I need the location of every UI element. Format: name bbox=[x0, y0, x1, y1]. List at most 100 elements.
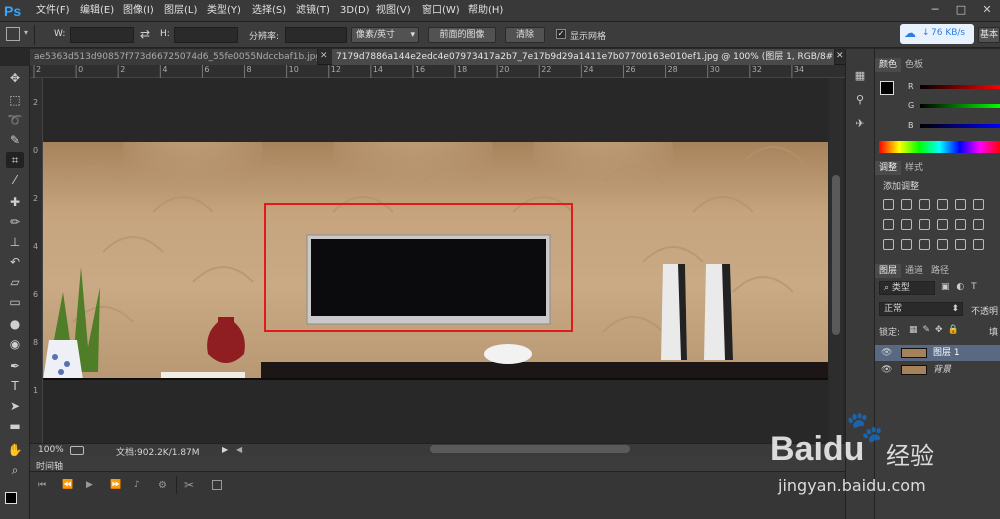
show-grid-checkbox[interactable]: ✓ bbox=[556, 29, 566, 39]
tab-close-icon[interactable]: ✕ bbox=[836, 51, 844, 61]
transition-icon[interactable] bbox=[212, 480, 222, 490]
menu-help[interactable]: 帮助(H) bbox=[468, 0, 503, 22]
foreground-color-swatch[interactable] bbox=[880, 81, 894, 95]
front-image-button[interactable]: 前面的图像 bbox=[428, 27, 496, 43]
menu-3d[interactable]: 3D(D) bbox=[340, 0, 370, 22]
layer-row[interactable]: 👁 背景 bbox=[875, 362, 1000, 378]
lasso-tool-icon[interactable]: ➰ bbox=[6, 112, 24, 128]
timeline-title[interactable]: 时间轴 bbox=[36, 459, 63, 472]
color-lookup-icon[interactable] bbox=[973, 219, 984, 230]
marquee-tool-icon[interactable]: ⬚ bbox=[6, 92, 24, 108]
scroll-left-icon[interactable]: ◀ bbox=[236, 445, 242, 454]
crop-tool-icon[interactable]: ⌗ bbox=[6, 152, 24, 168]
levels-icon[interactable] bbox=[901, 199, 912, 210]
layer-filter-select[interactable]: ⌕ 类型 bbox=[879, 281, 935, 295]
minimize-icon[interactable]: ─ bbox=[922, 0, 948, 20]
audio-icon[interactable]: ♪ bbox=[134, 480, 140, 490]
tab-color[interactable]: 颜色 bbox=[875, 58, 902, 72]
swap-icon[interactable]: ⇄ bbox=[140, 27, 150, 41]
hand-tool-icon[interactable]: ✋ bbox=[6, 442, 24, 458]
vibrance-icon[interactable] bbox=[955, 199, 966, 210]
next-frame-icon[interactable]: ⏩ bbox=[110, 480, 121, 490]
menu-layer[interactable]: 图层(L) bbox=[164, 0, 197, 22]
brush-panel-icon[interactable]: ✈ bbox=[852, 117, 868, 131]
black-white-icon[interactable] bbox=[919, 219, 930, 230]
resolution-input[interactable] bbox=[285, 27, 347, 43]
brush-tool-icon[interactable]: ✏ bbox=[6, 214, 24, 230]
foreground-color-swatch[interactable] bbox=[5, 492, 17, 504]
menu-edit[interactable]: 编辑(E) bbox=[80, 0, 114, 22]
brightness-icon[interactable] bbox=[883, 199, 894, 210]
type-tool-icon[interactable]: T bbox=[6, 378, 24, 394]
tab-channels[interactable]: 通道 bbox=[901, 264, 927, 278]
gradient-map-icon[interactable] bbox=[955, 239, 966, 250]
tab-close-icon[interactable]: ✕ bbox=[320, 51, 328, 61]
selective-color-icon[interactable] bbox=[937, 239, 948, 250]
vertical-scrollbar-thumb[interactable] bbox=[832, 175, 840, 335]
channel-mixer-icon[interactable] bbox=[955, 219, 966, 230]
width-input[interactable] bbox=[70, 27, 134, 43]
menu-type[interactable]: 类型(Y) bbox=[207, 0, 241, 22]
blur-tool-icon[interactable]: ● bbox=[6, 316, 24, 332]
tab-layers[interactable]: 图层 bbox=[875, 264, 902, 278]
zoom-level[interactable]: 100% bbox=[38, 445, 64, 455]
tab-paths[interactable]: 路径 bbox=[927, 264, 953, 278]
height-input[interactable] bbox=[174, 27, 238, 43]
close-icon[interactable]: ✕ bbox=[974, 0, 1000, 20]
threshold-icon[interactable] bbox=[919, 239, 930, 250]
tab-document-2[interactable]: 7179d7886a144e2edc4e07973417a2b7_7e17b9d… bbox=[332, 49, 835, 65]
eye-icon[interactable]: 👁 bbox=[881, 362, 892, 378]
exposure-icon[interactable] bbox=[937, 199, 948, 210]
invert-icon[interactable] bbox=[883, 239, 894, 250]
clone-stamp-tool-icon[interactable]: ⊥ bbox=[6, 234, 24, 250]
triangle-icon[interactable] bbox=[973, 199, 984, 210]
healing-brush-tool-icon[interactable]: ✚ bbox=[6, 194, 24, 210]
menu-image[interactable]: 图像(I) bbox=[123, 0, 154, 22]
red-slider[interactable] bbox=[920, 85, 1000, 89]
blue-slider[interactable] bbox=[920, 124, 1000, 128]
gradient-tool-icon[interactable]: ▭ bbox=[6, 294, 24, 310]
menu-select[interactable]: 选择(S) bbox=[252, 0, 286, 22]
rectangle-tool-icon[interactable]: ▬ bbox=[6, 418, 24, 434]
move-tool-icon[interactable]: ✥ bbox=[6, 70, 24, 86]
eyedropper-tool-icon[interactable]: ⁄ bbox=[6, 172, 24, 188]
path-select-tool-icon[interactable]: ➤ bbox=[6, 398, 24, 414]
menu-view[interactable]: 视图(V) bbox=[376, 0, 411, 22]
first-frame-icon[interactable]: ⏮ bbox=[38, 480, 46, 490]
crop-tool-icon[interactable] bbox=[6, 27, 20, 41]
horizontal-scrollbar-thumb[interactable] bbox=[430, 445, 630, 453]
history-panel-icon[interactable]: ▦ bbox=[852, 69, 868, 83]
green-slider[interactable] bbox=[920, 104, 1000, 108]
lock-icons[interactable]: ▦✎✥🔒 bbox=[909, 325, 964, 335]
selection-rectangle[interactable] bbox=[264, 203, 573, 332]
menu-window[interactable]: 窗口(W) bbox=[422, 0, 460, 22]
previous-frame-icon[interactable]: ⏪ bbox=[62, 480, 73, 490]
unit-select[interactable]: 像素/英寸 ▾ bbox=[351, 27, 419, 43]
layer-name[interactable]: 图层 1 bbox=[933, 345, 960, 361]
blend-mode-select[interactable]: 正常 ⬍ bbox=[879, 302, 963, 316]
menu-file[interactable]: 文件(F) bbox=[36, 0, 70, 22]
tab-styles[interactable]: 样式 bbox=[901, 161, 927, 175]
play-icon[interactable]: ▶ bbox=[86, 480, 93, 490]
quick-select-tool-icon[interactable]: ✎ bbox=[6, 132, 24, 148]
eye-icon[interactable]: 👁 bbox=[881, 345, 892, 361]
curves-icon[interactable] bbox=[919, 199, 930, 210]
split-scissors-icon[interactable]: ✂ bbox=[184, 478, 194, 492]
properties-panel-icon[interactable]: ⚲ bbox=[852, 93, 868, 107]
layer-row[interactable]: 👁 图层 1 bbox=[875, 345, 1000, 361]
tab-adjustments[interactable]: 调整 bbox=[875, 161, 902, 175]
photo-filter-icon[interactable] bbox=[937, 219, 948, 230]
color-balance-icon[interactable] bbox=[901, 219, 912, 230]
status-menu-arrow-icon[interactable]: ▶ bbox=[222, 445, 228, 454]
workspace-select[interactable]: 基本 bbox=[978, 27, 1000, 43]
layer-filter-icons[interactable]: ▣ ◐ T bbox=[941, 282, 979, 292]
status-options-icon[interactable] bbox=[70, 446, 84, 455]
chevron-down-icon[interactable]: ▾ bbox=[24, 28, 28, 37]
tab-swatches[interactable]: 色板 bbox=[901, 58, 927, 72]
hue-saturation-icon[interactable] bbox=[883, 219, 894, 230]
layer-name[interactable]: 背景 bbox=[933, 362, 951, 378]
maximize-icon[interactable]: □ bbox=[948, 0, 974, 20]
history-brush-tool-icon[interactable]: ↶ bbox=[6, 254, 24, 270]
settings-gear-icon[interactable]: ⚙ bbox=[158, 480, 167, 491]
tab-document-1[interactable]: ae5363d513d90857f773d66725074d6_55fe0055… bbox=[30, 49, 318, 65]
